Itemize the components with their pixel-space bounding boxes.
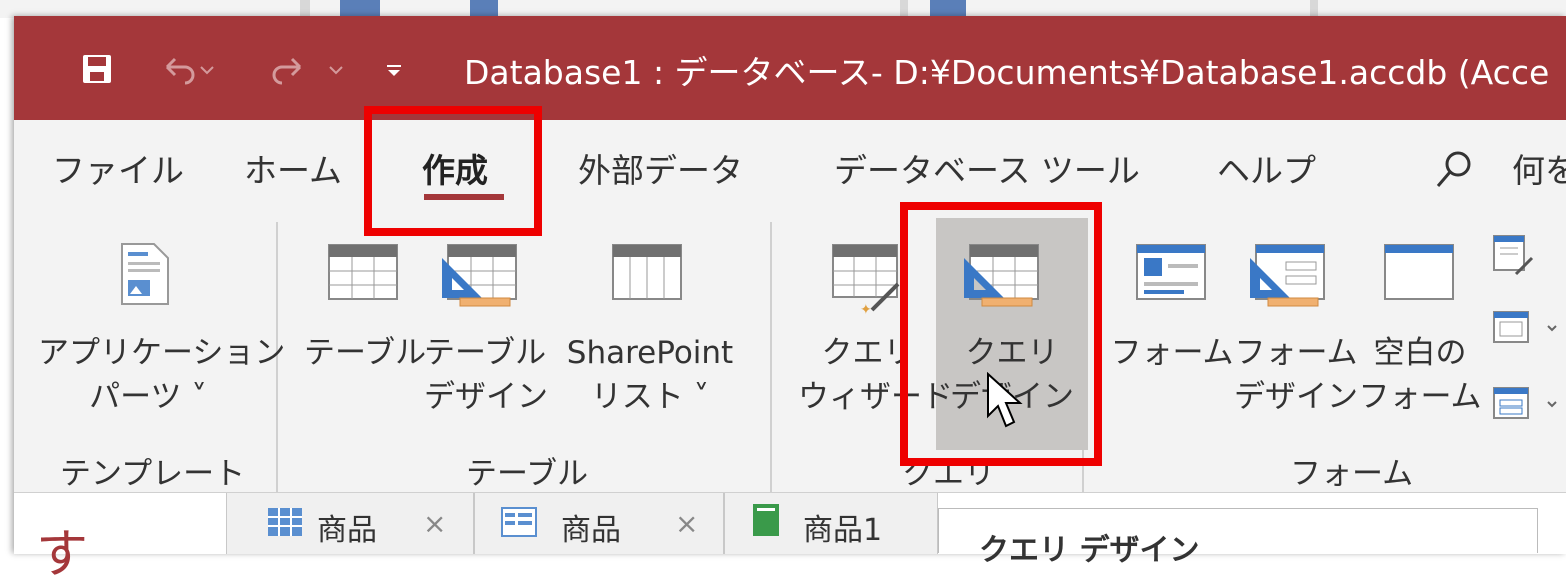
sharepoint-list-label-1: SharePoint <box>566 335 734 371</box>
tab-home[interactable]: ホーム <box>244 144 342 192</box>
form-icon <box>501 507 537 537</box>
tab-external-data[interactable]: 外部データ <box>578 144 743 192</box>
title-bar: Database1 : データベース- D:¥Documents¥Databas… <box>14 16 1566 120</box>
table-icon <box>328 244 398 300</box>
doc-tab-label: 商品 <box>317 513 377 548</box>
save-icon <box>83 55 111 83</box>
navigation-button[interactable] <box>1492 308 1562 352</box>
form-design-label-1: フォーム <box>1234 335 1358 371</box>
sharepoint-list-button[interactable] <box>612 244 682 304</box>
customize-quick-access-button[interactable] <box>374 44 414 94</box>
doc-tab-label: 商品1 <box>803 513 883 548</box>
form-label: フォーム <box>1110 335 1234 371</box>
form-wizard-icon <box>1493 235 1534 276</box>
table-design-label-1: テーブル <box>424 335 547 371</box>
undo-button[interactable] <box>154 44 224 94</box>
svg-text:✦: ✦ <box>860 302 872 316</box>
tab-help[interactable]: ヘルプ <box>1217 144 1316 192</box>
table-icon <box>268 508 302 536</box>
redo-icon <box>272 57 343 85</box>
tell-me-input[interactable]: 何を <box>1512 144 1566 192</box>
table-label: テーブル <box>304 335 427 371</box>
group-separator <box>770 222 772 492</box>
navigation-icon <box>1493 311 1557 343</box>
application-parts-label-2: パーツ ˅ <box>89 379 207 415</box>
query-wizard-icon: ✦ <box>832 244 900 318</box>
close-icon[interactable]: × <box>675 507 698 540</box>
table-design-icon <box>442 244 517 307</box>
tooltip-title: クエリ デザイン <box>979 533 1200 568</box>
close-icon[interactable]: × <box>423 507 446 540</box>
query-wizard-button[interactable]: ✦ <box>832 244 902 320</box>
search-icon <box>1436 151 1471 187</box>
more-forms-button[interactable] <box>1492 384 1562 428</box>
table-design-label-2: デザイン <box>424 379 548 415</box>
form-design-button[interactable] <box>1246 244 1326 312</box>
blank-form-icon <box>1384 244 1454 300</box>
navigation-pane-fragment: す <box>36 525 89 585</box>
doc-tab-products-form[interactable]: 商品 × <box>474 493 724 554</box>
doc-tab-products-table[interactable]: 商品 × <box>226 493 474 554</box>
group-label-table: テーブル <box>466 456 589 492</box>
highlight-create-tab <box>364 106 542 236</box>
form-design-label-2: デザイン <box>1234 379 1358 415</box>
form-icon <box>1136 244 1206 300</box>
form-wizard-button[interactable] <box>1492 234 1536 282</box>
doc-tab-products1-report[interactable]: 商品1 <box>724 493 938 554</box>
customize-icon <box>387 65 401 76</box>
save-button[interactable] <box>74 44 120 94</box>
application-parts-button[interactable] <box>120 242 170 310</box>
group-label-form: フォーム <box>1290 456 1414 492</box>
form-design-icon <box>1250 244 1325 307</box>
tab-file[interactable]: ファイル <box>52 144 184 192</box>
blank-form-label-2: フォーム <box>1358 379 1482 415</box>
sharepoint-list-label-2: リスト ˅ <box>590 379 710 415</box>
sharepoint-list-icon <box>612 244 682 300</box>
doc-tab-label: 商品 <box>561 513 621 548</box>
mouse-cursor-icon <box>986 371 1026 436</box>
report-icon <box>753 504 779 536</box>
search-button[interactable] <box>1432 148 1476 196</box>
form-button[interactable] <box>1136 244 1206 304</box>
application-parts-label-1: アプリケーション <box>38 335 286 371</box>
group-label-template: テンプレート <box>60 456 246 492</box>
application-parts-icon <box>121 243 169 305</box>
tooltip-query-design: クエリ デザイン <box>938 508 1538 568</box>
tab-database-tools[interactable]: データベース ツール <box>834 144 1140 192</box>
table-button[interactable] <box>328 244 398 304</box>
blank-form-button[interactable] <box>1384 244 1454 304</box>
table-design-button[interactable] <box>438 244 518 312</box>
blank-form-label-1: 空白の <box>1373 335 1467 371</box>
access-window: Database1 : データベース- D:¥Documents¥Databas… <box>14 16 1566 585</box>
window-title: Database1 : データベース- D:¥Documents¥Databas… <box>464 53 1550 92</box>
redo-button[interactable] <box>259 44 359 94</box>
more-forms-icon <box>1493 387 1557 419</box>
undo-icon <box>165 57 214 85</box>
